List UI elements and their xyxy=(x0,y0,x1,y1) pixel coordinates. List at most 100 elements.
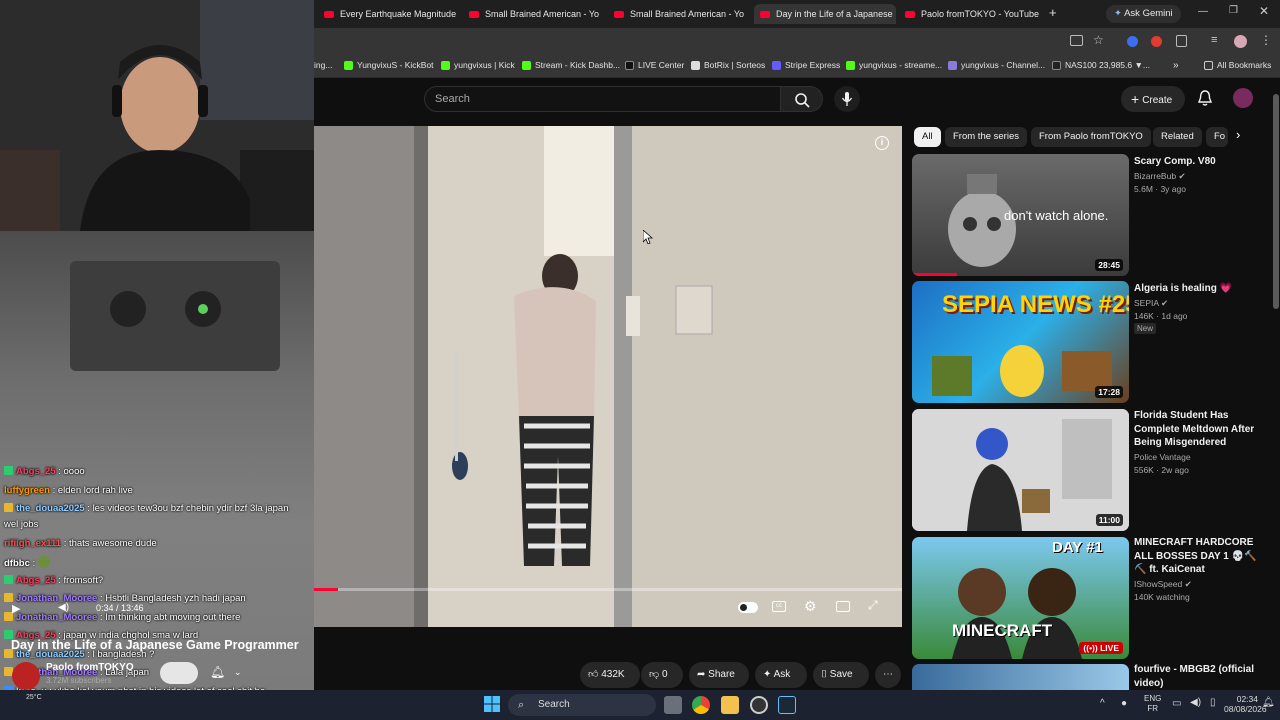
install-app-icon[interactable] xyxy=(1070,35,1083,46)
battery-icon[interactable]: ▯ xyxy=(1210,697,1216,708)
captions-icon[interactable]: cc xyxy=(772,601,786,612)
browser-tab[interactable]: Every Earthquake Magnitude × xyxy=(318,4,460,24)
tab-close-icon[interactable]: × xyxy=(744,9,750,20)
recommendation-channel[interactable]: IShowSpeed ✔ xyxy=(1134,579,1192,590)
chip-from-the-series[interactable]: From the series xyxy=(945,127,1027,147)
notification-bell-icon[interactable]: 🔔︎ xyxy=(210,665,225,679)
volume-icon[interactable]: ◀) xyxy=(58,602,69,613)
browser-tab[interactable]: Small Brained American - Yo × xyxy=(608,4,750,24)
theater-mode-icon[interactable] xyxy=(836,601,850,612)
recommendation-channel[interactable]: BizarreBub ✔ xyxy=(1134,171,1186,182)
recommendation-title[interactable]: Scary Comp. V80 xyxy=(1134,155,1262,169)
more-actions-button[interactable]: ⋯ xyxy=(875,662,901,688)
bookmark-item[interactable]: ing... xyxy=(314,60,332,70)
windows-start-icon[interactable] xyxy=(484,696,500,712)
tab-close-icon[interactable]: × xyxy=(456,9,460,20)
search-button[interactable] xyxy=(781,86,823,112)
tray-overflow-icon[interactable]: ^ xyxy=(1100,698,1105,709)
recommendation-thumbnail[interactable]: 11:00 xyxy=(912,409,1129,531)
tab-close-icon[interactable]: × xyxy=(599,9,605,20)
video-player[interactable]: i cc ⚙ ⤢ xyxy=(314,126,902,627)
weather-widget[interactable]: 25°C xyxy=(26,694,42,701)
chip-from-channel[interactable]: From Paolo fromTOKYO xyxy=(1031,127,1151,147)
autoplay-toggle[interactable] xyxy=(738,602,758,613)
steam-icon[interactable] xyxy=(778,696,796,714)
maximize-icon[interactable]: ❐ xyxy=(1229,5,1238,16)
subscribe-button[interactable] xyxy=(160,662,198,684)
window-close-icon[interactable]: ✕ xyxy=(1259,4,1269,18)
channel-name[interactable]: Paolo fromTOKYO xyxy=(46,662,134,673)
recommendation-title[interactable]: fourfive - MBGB2 (official video) xyxy=(1134,663,1262,690)
create-button[interactable]: + Create xyxy=(1121,86,1185,112)
browser-tab[interactable]: Paolo fromTOKYO - YouTube × xyxy=(899,4,1041,24)
search-input[interactable]: Search xyxy=(424,86,781,112)
chip-all[interactable]: All xyxy=(914,127,941,147)
ask-button[interactable]: ✦ Ask xyxy=(755,662,807,688)
task-view-icon[interactable] xyxy=(664,696,682,714)
tray-app-icon[interactable]: ● xyxy=(1121,698,1127,709)
bookmark-item[interactable]: yungvixus - streame... xyxy=(846,60,942,70)
all-bookmarks-button[interactable]: All Bookmarks xyxy=(1204,60,1271,70)
clock[interactable]: 02:34 08/08/2026 xyxy=(1224,694,1267,714)
progress-bar[interactable] xyxy=(314,588,902,591)
media-controls-icon[interactable]: ≡ xyxy=(1211,34,1217,46)
notification-center-icon[interactable]: 🔔︎ xyxy=(1262,697,1275,708)
chrome-icon[interactable] xyxy=(692,696,710,714)
file-explorer-icon[interactable] xyxy=(721,696,739,714)
chevron-down-icon[interactable]: ⌄ xyxy=(234,667,242,678)
recommendation-thumbnail[interactable]: don't watch alone. 28:45 xyxy=(912,154,1129,276)
bookmark-item[interactable]: Stream - Kick Dashb... xyxy=(522,60,620,70)
bookmark-item[interactable]: yungvixus - Channel... xyxy=(948,60,1045,70)
share-button[interactable]: ➦ Share xyxy=(689,662,749,688)
bookmark-item[interactable]: LIVE Center xyxy=(625,60,684,70)
scrollbar-thumb[interactable] xyxy=(1273,94,1279,309)
bookmarks-overflow-icon[interactable]: » xyxy=(1173,60,1179,71)
voice-search-button[interactable] xyxy=(834,86,860,112)
recommendation-thumbnail[interactable]: SEPIA NEWS #25 17:28 xyxy=(912,281,1129,403)
bookmark-item[interactable]: Stripe Express xyxy=(772,60,840,70)
fullscreen-icon[interactable]: ⤢ xyxy=(868,598,878,613)
app-icon[interactable] xyxy=(750,696,768,714)
chevron-right-icon[interactable]: › xyxy=(1236,127,1240,142)
play-button[interactable]: ▶ xyxy=(12,602,20,615)
taskbar-search[interactable]: ⌕ Search xyxy=(508,694,656,716)
page-scrollbar[interactable] xyxy=(1272,80,1280,690)
recommendation-title[interactable]: Algeria is healing 💗 xyxy=(1134,282,1262,296)
bookmark-item[interactable]: YungvixuS - KickBot xyxy=(344,60,434,70)
info-icon[interactable]: i xyxy=(875,136,889,150)
ask-gemini-button[interactable]: ✦ Ask Gemini xyxy=(1106,5,1181,23)
new-tab-button[interactable]: + xyxy=(1049,5,1057,20)
language-indicator[interactable]: ENG FR xyxy=(1144,694,1161,714)
recommendation-channel[interactable]: Police Vantage xyxy=(1134,452,1191,462)
recommendation-title[interactable]: Florida Student Has Complete Meltdown Af… xyxy=(1134,409,1262,450)
extensions-puzzle-icon[interactable] xyxy=(1176,35,1187,47)
like-button[interactable]: 👍︎ 432K xyxy=(580,662,640,688)
browser-tab[interactable]: Small Brained American - Yo × xyxy=(463,4,605,24)
browser-menu-icon[interactable]: ⋮ xyxy=(1260,33,1272,47)
bookmark-star-icon[interactable]: ☆ xyxy=(1093,33,1104,47)
tab-close-icon[interactable]: × xyxy=(893,9,896,20)
recommendation-channel[interactable]: SEPIA ✔ xyxy=(1134,298,1168,309)
network-icon[interactable]: ▭ xyxy=(1172,698,1181,709)
notifications-button[interactable] xyxy=(1197,89,1213,112)
bookmark-item[interactable]: BotRix | Sorteos xyxy=(691,60,765,70)
account-avatar[interactable] xyxy=(1233,88,1253,108)
dislike-button[interactable]: 👎︎ 0 xyxy=(641,662,683,688)
settings-gear-icon[interactable]: ⚙ xyxy=(804,598,817,615)
save-button[interactable]: ⌷ Save xyxy=(813,662,869,688)
bookmark-item[interactable]: yungvixus | Kick xyxy=(441,60,515,70)
channel-avatar[interactable] xyxy=(12,662,40,690)
minimize-icon[interactable]: — xyxy=(1198,6,1208,17)
extension-icon[interactable] xyxy=(1151,36,1162,47)
profile-avatar[interactable] xyxy=(1234,35,1247,48)
browser-tab-active[interactable]: Day in the Life of a Japanese × xyxy=(754,4,896,24)
recommendation-thumbnail[interactable] xyxy=(912,664,1129,690)
chip-related[interactable]: Related xyxy=(1153,127,1202,147)
extension-icon[interactable] xyxy=(1127,36,1138,47)
chip-overflow[interactable]: Fo xyxy=(1206,127,1228,147)
recommendation-title[interactable]: MINECRAFT HARDCORE ALL BOSSES DAY 1 💀🔨⛏️… xyxy=(1134,536,1262,577)
speaker-icon[interactable]: ◀) xyxy=(1190,697,1201,708)
tab-close-icon[interactable]: × xyxy=(1039,9,1041,20)
recommendation-thumbnail[interactable]: DAY #1 MINECRAFT ((•)) LIVE xyxy=(912,537,1129,659)
bookmark-item[interactable]: NAS100 23,985.6 ▼... xyxy=(1052,60,1150,70)
